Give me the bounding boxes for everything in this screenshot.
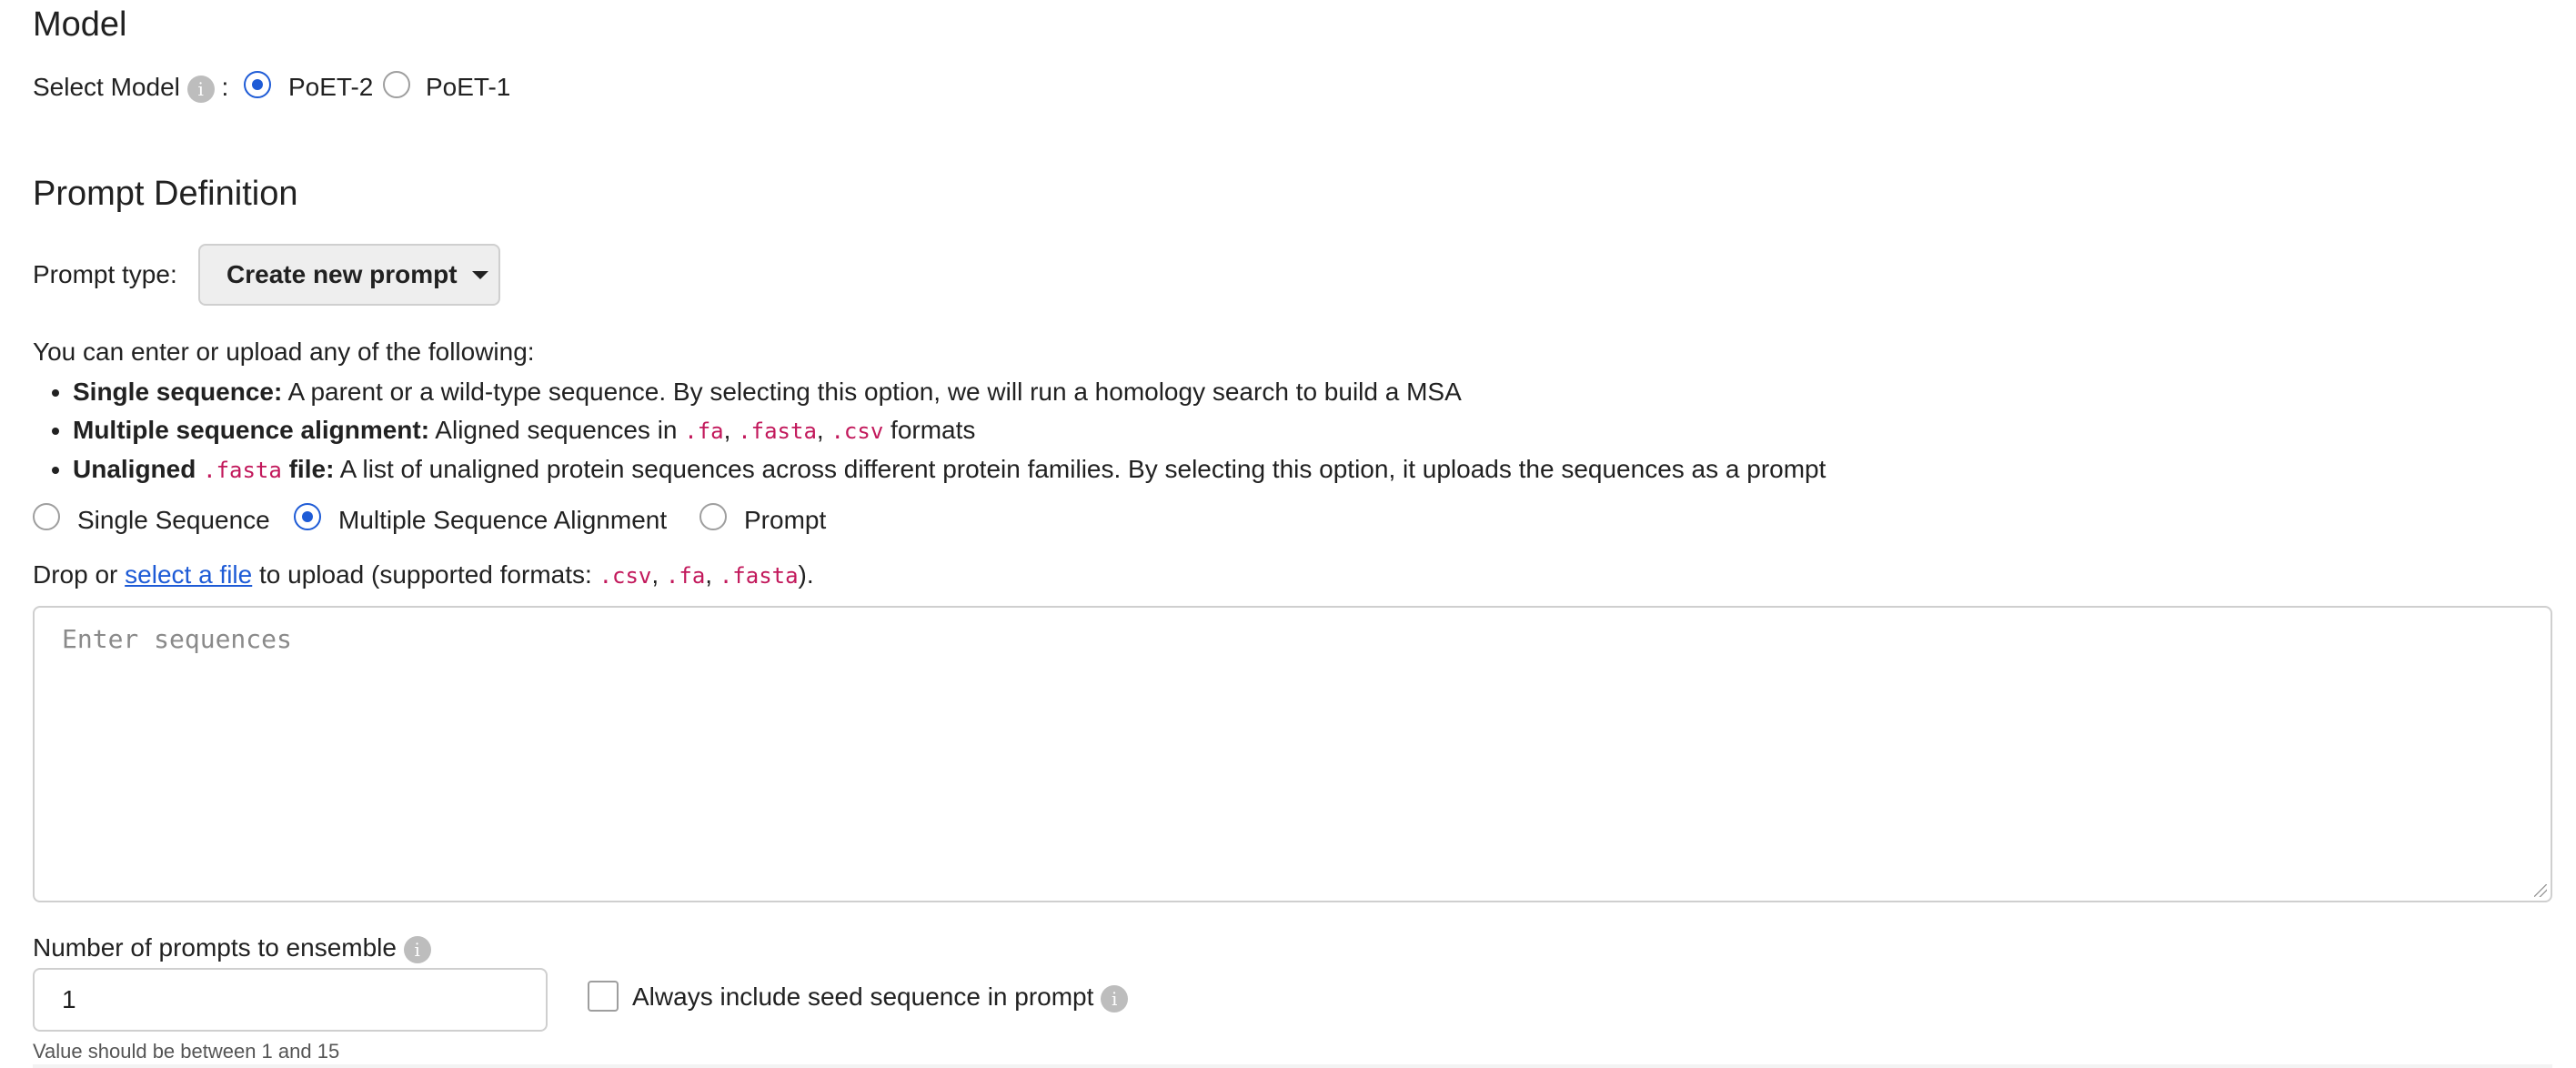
ensemble-label-text: Number of prompts to ensemble (33, 933, 397, 962)
select-model-text: Select Model (33, 73, 180, 101)
caret-down-icon (471, 270, 488, 279)
single-sequence-radio[interactable] (33, 503, 60, 530)
prompt-intro: You can enter or upload any of the follo… (33, 338, 535, 366)
select-model-label: Select Model i : (33, 73, 228, 103)
sequences-placeholder: Enter sequences (62, 624, 292, 654)
prompt-label[interactable]: Prompt (744, 506, 826, 535)
page: Model Select Model i : PoET-2 PoET-1 Pro… (0, 0, 2576, 1068)
select-file-link[interactable]: select a file (125, 560, 252, 589)
ensemble-hint: Value should be between 1 and 15 (33, 1040, 340, 1063)
prompt-type-dropdown[interactable]: Create new prompt (198, 244, 500, 306)
separator: , (723, 416, 739, 444)
format-code: .fa (665, 563, 706, 589)
seed-sequence-text: Always include seed sequence in prompt (632, 982, 1094, 1011)
resize-handle-icon[interactable] (2534, 884, 2547, 897)
prompt-type-label: Prompt type: (33, 260, 177, 288)
format-code: .fasta (738, 418, 817, 444)
ensemble-count-input[interactable]: 1 (33, 968, 548, 1032)
info-icon[interactable]: i (403, 935, 431, 963)
format-code: .fasta (203, 458, 282, 483)
bullet-text: A parent or a wild-type sequence. By sel… (282, 378, 1462, 406)
separator: , (816, 416, 831, 444)
ensemble-label: Number of prompts to ensemble i (33, 933, 431, 963)
separator: , (705, 560, 719, 589)
model-heading: Model (33, 5, 127, 44)
list-item: Unaligned .fasta file: A list of unalign… (73, 450, 1826, 489)
bullet-text: A list of unaligned protein sequences ac… (334, 455, 1826, 483)
msa-label[interactable]: Multiple Sequence Alignment (338, 506, 667, 535)
bullet-bold: file: (281, 455, 335, 483)
select-model-colon: : (221, 73, 229, 101)
seed-sequence-checkbox[interactable] (588, 981, 619, 1012)
separator: , (651, 560, 666, 589)
format-code: .fasta (719, 563, 799, 589)
poet1-radio[interactable] (383, 71, 410, 98)
format-code: .csv (830, 418, 884, 444)
seed-sequence-label[interactable]: Always include seed sequence in prompt i (632, 982, 1129, 1013)
bullet-bold: Multiple sequence alignment: (73, 416, 430, 444)
upload-prefix: Drop or (33, 560, 126, 589)
upload-middle: to upload (supported formats: (252, 560, 599, 589)
sequences-input[interactable]: Enter sequences (33, 606, 2552, 902)
info-icon[interactable]: i (186, 75, 215, 103)
poet2-radio[interactable] (244, 71, 271, 98)
prompt-definition-heading: Prompt Definition (33, 175, 298, 213)
format-code: .fa (684, 418, 724, 444)
prompt-radio[interactable] (699, 503, 727, 530)
bullet-bold: Single sequence: (73, 378, 283, 406)
bullet-text: Aligned sequences in (429, 416, 685, 444)
prompt-type-value: Create new prompt (226, 260, 458, 288)
format-code: .csv (599, 563, 652, 589)
ensemble-count-value: 1 (62, 985, 76, 1013)
upload-instructions: Drop or select a file to upload (support… (33, 560, 814, 590)
bullet-bold: Unaligned (73, 455, 204, 483)
poet1-label[interactable]: PoET-1 (426, 73, 510, 102)
bottom-bar (33, 1064, 2552, 1068)
list-item: Single sequence: A parent or a wild-type… (73, 373, 1826, 411)
single-sequence-label[interactable]: Single Sequence (77, 506, 270, 535)
list-item: Multiple sequence alignment: Aligned seq… (73, 411, 1826, 450)
bullet-text: formats (883, 416, 976, 444)
info-icon[interactable]: i (1101, 984, 1129, 1013)
upload-suffix: ). (798, 560, 814, 589)
poet2-label[interactable]: PoET-2 (288, 73, 373, 102)
msa-radio[interactable] (294, 503, 321, 530)
format-list: Single sequence: A parent or a wild-type… (33, 373, 1826, 489)
